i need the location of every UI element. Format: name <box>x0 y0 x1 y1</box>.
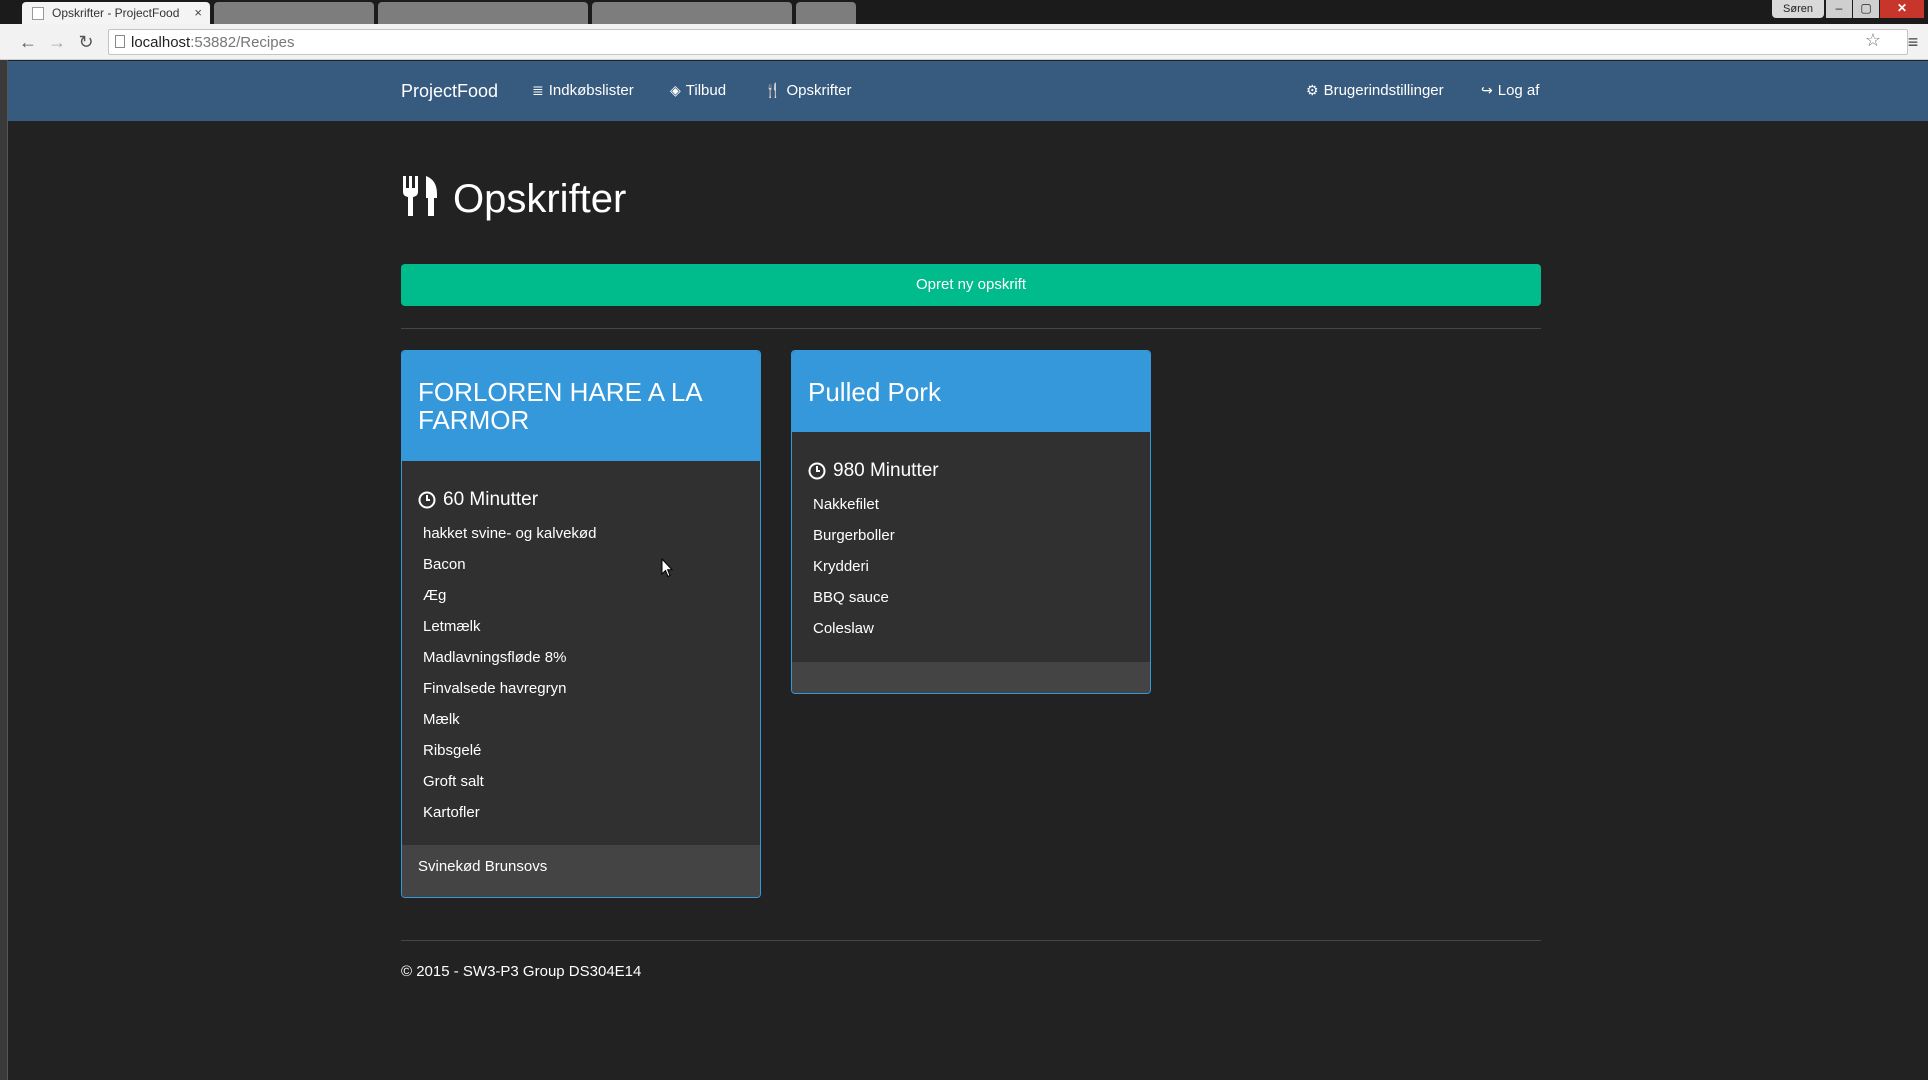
reload-icon[interactable]: ↻ <box>74 30 98 54</box>
brand-link[interactable]: ProjectFood <box>401 81 498 102</box>
clock-icon <box>808 462 826 480</box>
ingredient-item: Kartofler <box>423 804 480 821</box>
recipe-card[interactable]: Pulled Pork 980 Minutter Nakkefilet Burg… <box>791 350 1151 694</box>
nav-link-label: Brugerindstillinger <box>1323 82 1444 99</box>
mouse-cursor-icon <box>661 558 673 578</box>
page-icon <box>115 35 125 48</box>
nav-link-recipes[interactable]: 🍴 Opskrifter <box>764 82 851 99</box>
forward-arrow-icon[interactable]: → <box>45 30 69 54</box>
recipe-duration: 980 Minutter <box>808 460 1134 482</box>
ingredient-item: Madlavningsfløde 8% <box>423 649 567 666</box>
divider <box>401 328 1541 329</box>
address-bar[interactable]: localhost:53882/Recipes ☆ <box>108 29 1908 55</box>
window-close-button[interactable]: ✕ <box>1880 0 1924 18</box>
recipe-title[interactable]: FORLOREN HARE A LA FARMOR <box>418 378 744 434</box>
recipe-card[interactable]: FORLOREN HARE A LA FARMOR 60 Minutter ha… <box>401 350 761 898</box>
window-edge <box>0 60 8 1080</box>
tab-close-icon[interactable]: × <box>194 5 202 20</box>
cutlery-icon: 🍴 <box>764 82 782 98</box>
window-minimize-button[interactable]: – <box>1826 0 1852 18</box>
page-title-text: Opskrifter <box>453 177 627 221</box>
ingredient-item: Æg <box>423 587 447 604</box>
address-host: localhost <box>131 34 191 51</box>
ingredient-item: Finvalsede havregryn <box>423 680 567 697</box>
nav-link-user-settings[interactable]: ⚙ Brugerindstillinger <box>1306 82 1444 99</box>
recipe-duration: 60 Minutter <box>418 489 744 511</box>
page-favicon-icon <box>32 7 44 20</box>
browser-tab-title: Opskrifter - ProjectFood <box>52 6 180 20</box>
recipe-card-body: 980 Minutter Nakkefilet Burgerboller Kry… <box>792 432 1150 650</box>
list-icon: ≣ <box>532 82 544 98</box>
ingredient-item: Coleslaw <box>813 620 874 637</box>
ingredient-item: Letmælk <box>423 618 481 635</box>
bookmark-star-icon[interactable]: ☆ <box>1865 30 1881 51</box>
browser-tab-inactive[interactable] <box>592 2 792 24</box>
ingredient-item: Mælk <box>423 711 460 728</box>
app-navbar: ProjectFood ≣ Indkøbslister ◈ Tilbud 🍴 Opsk… <box>8 61 1928 121</box>
nav-link-shopping-lists[interactable]: ≣ Indkøbslister <box>532 82 634 99</box>
browser-user-chip[interactable]: Søren <box>1772 0 1824 18</box>
ingredient-item: Ribsgelé <box>423 742 482 759</box>
gear-icon: ⚙ <box>1306 82 1319 98</box>
recipe-card-header[interactable]: Pulled Pork <box>792 351 1150 432</box>
page-title: Opskrifter <box>401 172 626 222</box>
browser-tab-inactive[interactable] <box>214 2 374 24</box>
recipe-duration-text: 980 Minutter <box>833 460 939 481</box>
ingredient-item: BBQ sauce <box>813 589 889 606</box>
browser-tabstrip: Opskrifter - ProjectFood × Søren – ▢ ✕ <box>0 0 1928 24</box>
recipe-card-footer <box>792 662 1150 693</box>
recipe-duration-text: 60 Minutter <box>443 489 539 510</box>
window-maximize-button[interactable]: ▢ <box>1853 0 1879 18</box>
nav-link-label: Log af <box>1497 82 1540 99</box>
nav-link-label: Indkøbslister <box>548 82 634 99</box>
address-path: :53882/Recipes <box>190 34 295 51</box>
nav-link-logout[interactable]: ↪ Log af <box>1481 82 1539 99</box>
ingredient-item: Nakkefilet <box>813 496 879 513</box>
browser-tab-inactive[interactable] <box>378 2 588 24</box>
recipe-card-body: 60 Minutter hakket svine- og kalvekød Ba… <box>402 461 760 834</box>
ingredient-item: Burgerboller <box>813 527 895 544</box>
footer-copyright: © 2015 - SW3-P3 Group DS304E14 <box>401 963 642 980</box>
create-recipe-button[interactable]: Opret ny opskrift <box>401 264 1541 306</box>
recipe-card-footer: Svinekød Brunsovs <box>402 845 760 897</box>
recipe-title[interactable]: Pulled Pork <box>808 378 941 406</box>
divider <box>401 940 1541 941</box>
back-arrow-icon[interactable]: ← <box>16 30 40 54</box>
ingredient-item: Bacon <box>423 556 466 573</box>
nav-link-offers[interactable]: ◈ Tilbud <box>670 82 726 99</box>
browser-menu-icon[interactable]: ≡ <box>1904 30 1922 54</box>
recipe-card-header[interactable]: FORLOREN HARE A LA FARMOR <box>402 351 760 461</box>
tags-icon: ◈ <box>670 82 681 98</box>
nav-link-label: Opskrifter <box>786 82 852 99</box>
logout-icon: ↪ <box>1481 82 1493 98</box>
cutlery-icon <box>403 176 437 216</box>
browser-toolbar: ← → ↻ localhost:53882/Recipes ☆ ≡ <box>0 24 1928 60</box>
browser-tab-active[interactable]: Opskrifter - ProjectFood × <box>22 2 210 24</box>
ingredient-item: Groft salt <box>423 773 484 790</box>
ingredient-item: Krydderi <box>813 558 869 575</box>
ingredient-item: hakket svine- og kalvekød <box>423 525 597 542</box>
browser-tab-inactive[interactable] <box>796 2 856 24</box>
clock-icon <box>418 491 436 509</box>
nav-link-label: Tilbud <box>685 82 727 99</box>
